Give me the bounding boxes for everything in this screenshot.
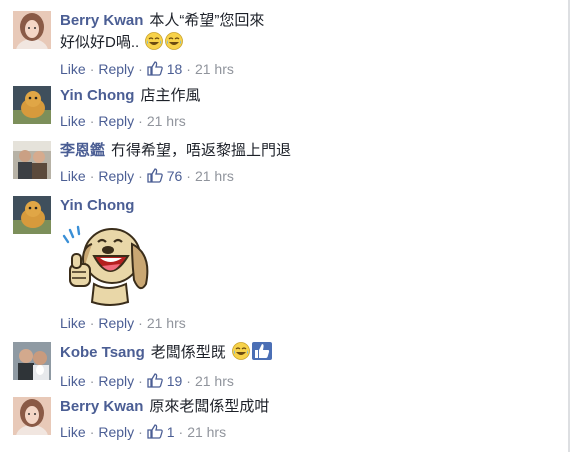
like-link[interactable]: Like: [60, 373, 86, 389]
laughing-tears-icon: [165, 32, 184, 56]
like-link[interactable]: Like: [60, 61, 86, 77]
avatar[interactable]: [13, 86, 51, 124]
comment-text: 店主作風: [140, 87, 201, 104]
like-link[interactable]: Like: [60, 168, 86, 184]
timestamp[interactable]: 21 hrs: [195, 373, 234, 389]
timestamp[interactable]: 21 hrs: [195, 61, 234, 77]
comment-author[interactable]: 李恩鑑: [60, 142, 105, 159]
comment-author[interactable]: Yin Chong: [60, 197, 134, 214]
thumbs-up-icon[interactable]: [147, 61, 163, 77]
like-count[interactable]: 18: [167, 61, 183, 77]
comment-author[interactable]: Kobe Tsang: [60, 344, 145, 361]
comment-text: 原來老闆係型成咁: [149, 398, 270, 415]
comment-author[interactable]: Berry Kwan: [60, 398, 143, 415]
thumbs-up-emoji-icon: [251, 342, 272, 366]
avatar[interactable]: [13, 141, 51, 179]
thumbs-up-icon[interactable]: [147, 168, 163, 184]
like-count[interactable]: 19: [167, 373, 183, 389]
like-link[interactable]: Like: [60, 424, 86, 440]
thumbs-up-icon[interactable]: [147, 373, 163, 389]
reply-link[interactable]: Reply: [98, 113, 134, 129]
comment-text-line2: 好似好D喎..: [60, 34, 140, 51]
avatar[interactable]: [13, 342, 51, 380]
comment-author[interactable]: Berry Kwan: [60, 12, 143, 29]
timestamp[interactable]: 21 hrs: [187, 424, 226, 440]
avatar[interactable]: [13, 397, 51, 435]
avatar[interactable]: [13, 196, 51, 234]
like-count[interactable]: 76: [167, 168, 183, 184]
timestamp[interactable]: 21 hrs: [147, 113, 186, 129]
comment-text: 本人“希望”您回來: [149, 12, 265, 29]
timestamp[interactable]: 21 hrs: [195, 168, 234, 184]
laughing-tears-icon: [145, 32, 164, 56]
timestamp[interactable]: 21 hrs: [147, 315, 186, 331]
like-link[interactable]: Like: [60, 113, 86, 129]
reply-link[interactable]: Reply: [98, 61, 134, 77]
reply-link[interactable]: Reply: [98, 424, 134, 440]
reply-link[interactable]: Reply: [98, 315, 134, 331]
comment-author[interactable]: Yin Chong: [60, 87, 134, 104]
laughing-tears-icon: [232, 342, 250, 366]
comment-text: 老闆係型既: [150, 344, 226, 361]
laughing-dog-sticker-icon[interactable]: [60, 222, 154, 308]
thumbs-up-icon[interactable]: [147, 424, 163, 440]
like-count[interactable]: 1: [167, 424, 175, 440]
comment-text: 冇得希望，唔返黎搵上門退: [111, 142, 292, 159]
reply-link[interactable]: Reply: [98, 168, 134, 184]
reply-link[interactable]: Reply: [98, 373, 134, 389]
avatar[interactable]: [13, 11, 51, 49]
like-link[interactable]: Like: [60, 315, 86, 331]
